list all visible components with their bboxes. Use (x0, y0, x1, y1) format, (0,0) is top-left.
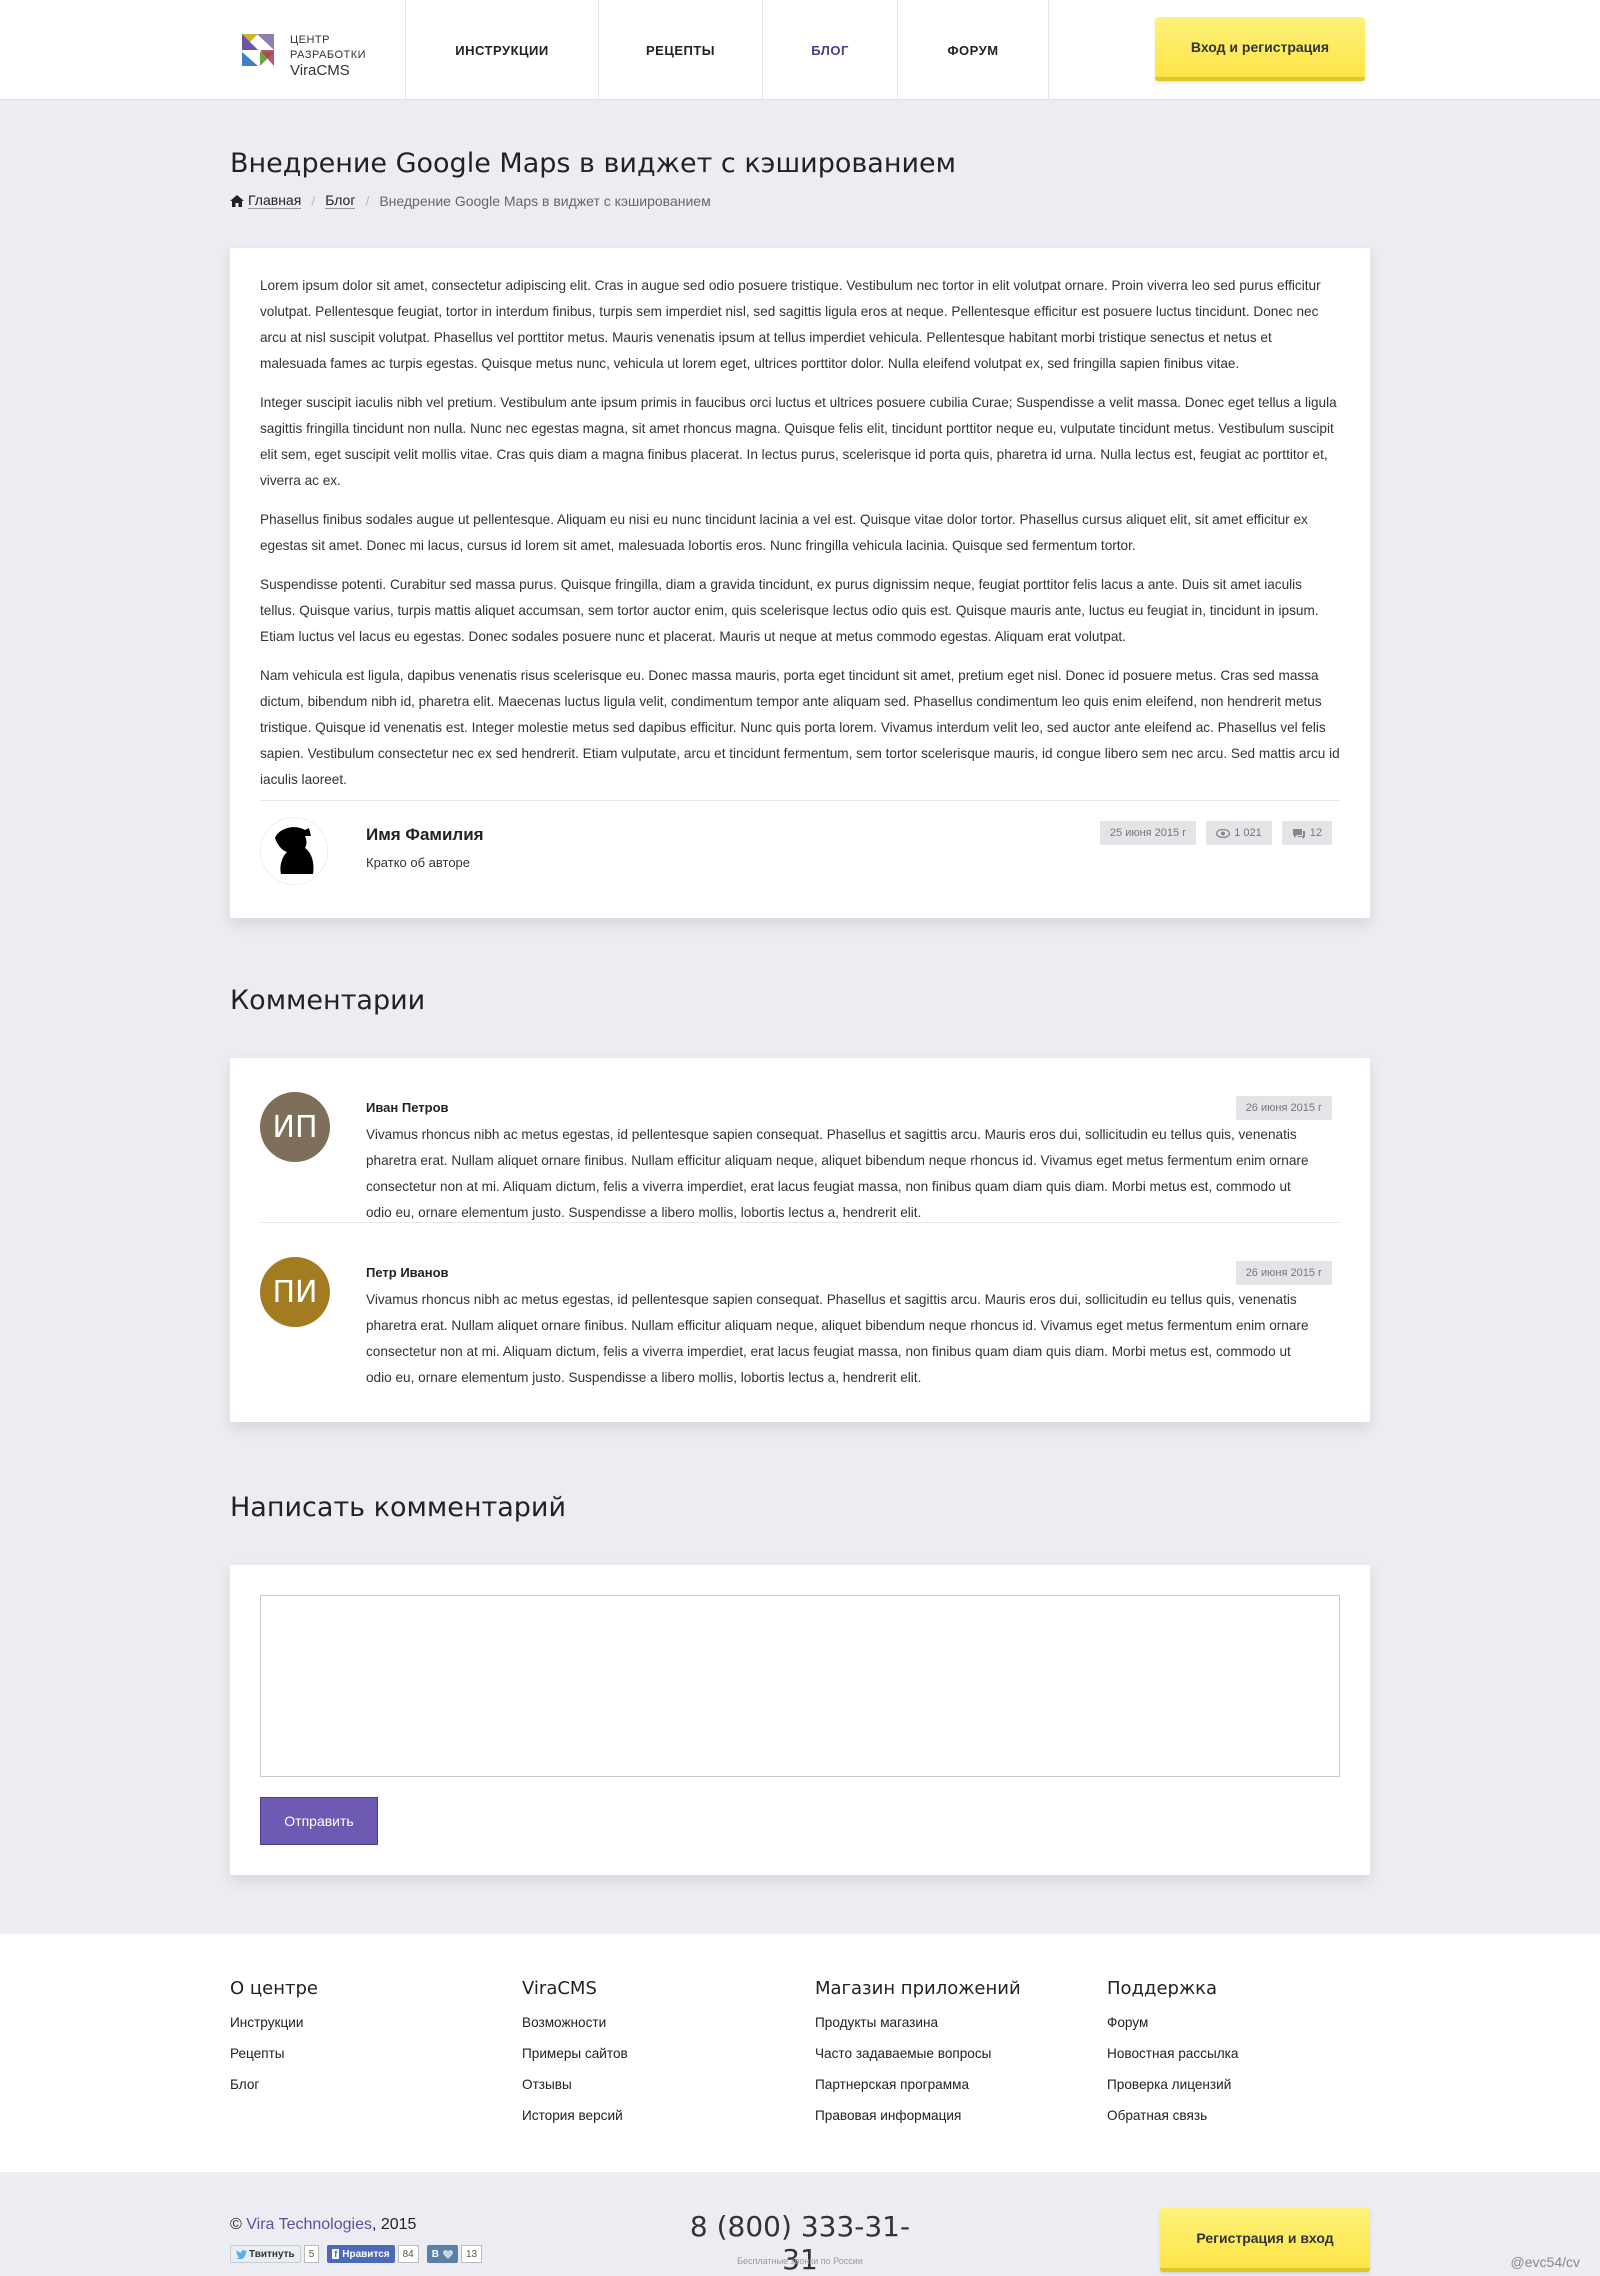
article-paragraph: Integer suscipit iaculis nibh vel pretiu… (260, 395, 1337, 488)
author-about: Кратко об авторе (366, 855, 471, 870)
footer-bottom: © Vira Technologies, 2015 Твитнуть 5 f Н… (0, 2172, 1600, 2276)
comment-author[interactable]: Петр Иванов (366, 1265, 449, 1280)
phone-note: Бесплатные звонки по России (737, 2256, 863, 2266)
comment-text: Vivamus rhoncus nibh ac metus egestas, i… (366, 1292, 1309, 1385)
footer-link[interactable]: Инструкции (230, 2015, 318, 2046)
submit-comment-button[interactable]: Отправить (260, 1797, 378, 1845)
footer-link[interactable]: Блог (230, 2077, 318, 2108)
twitter-icon (236, 2249, 247, 2259)
brand-link[interactable]: Vira Technologies (246, 2216, 372, 2233)
article-paragraph: Nam vehicula est ligula, dapibus venenat… (260, 668, 1340, 787)
phone-number[interactable]: 8 (800) 333-31-31 (680, 2210, 920, 2276)
footer-link[interactable]: Примеры сайтов (522, 2046, 628, 2077)
eye-icon (1216, 828, 1231, 838)
article-body: Lorem ipsum dolor sit amet, consectetur … (230, 248, 1370, 793)
footer-link[interactable]: Возможности (522, 2015, 628, 2046)
date-badge: 25 июня 2015 г (1099, 821, 1197, 845)
footer-link[interactable]: История версий (522, 2108, 628, 2139)
nav-instructions[interactable]: ИНСТРУКЦИИ (406, 0, 599, 100)
article-paragraph: Lorem ipsum dolor sit amet, consectetur … (260, 278, 1321, 371)
comments-badge[interactable]: 12 (1281, 821, 1332, 845)
breadcrumb-home[interactable]: Главная (248, 192, 302, 209)
comment-author[interactable]: Иван Петров (366, 1100, 449, 1115)
twitter-share-button[interactable]: Твитнуть 5 (230, 2244, 320, 2264)
footer-link[interactable]: Новостная рассылка (1107, 2046, 1238, 2077)
comment-item: ИП Иван Петров 26 июня 2015 г Vivamus rh… (260, 1058, 1340, 1222)
comment-item: ПИ Петр Иванов 26 июня 2015 г Vivamus rh… (260, 1222, 1340, 1386)
footer-column-support: Поддержка Форум Новостная рассылка Прове… (1107, 1978, 1238, 2139)
comment-date: 26 июня 2015 г (1235, 1261, 1332, 1285)
vk-icon: В (431, 2248, 439, 2260)
breadcrumb-current: Внедрение Google Maps в виджет с кэширов… (379, 192, 711, 209)
logo-mark-icon (242, 34, 274, 66)
comment-avatar: ИП (260, 1092, 330, 1162)
footer-column-store: Магазин приложений Продукты магазина Час… (815, 1978, 1021, 2139)
footer-column-title: Магазин приложений (815, 1978, 1021, 1999)
breadcrumb: Главная / Блог / Внедрение Google Maps в… (230, 192, 711, 209)
facebook-like-button[interactable]: f Нравится 84 (327, 2244, 419, 2264)
comment-text: Vivamus rhoncus nibh ac metus egestas, i… (366, 1127, 1309, 1220)
comments-icon (1292, 828, 1305, 839)
footer-link[interactable]: Рецепты (230, 2046, 318, 2077)
nav-forum[interactable]: ФОРУМ (898, 0, 1049, 100)
signature: @evc54/cv (1510, 2254, 1580, 2270)
comment-avatar: ПИ (260, 1257, 330, 1327)
logo[interactable]: ЦЕНТР РАЗРАБОТКИ ViraCMS (230, 0, 406, 100)
write-comment-title: Написать комментарий (230, 1492, 566, 1523)
author-row: Имя Фамилия Кратко об авторе 25 июня 201… (260, 800, 1340, 896)
heart-icon (443, 2249, 453, 2259)
comment-form-card: Отправить (230, 1565, 1370, 1875)
facebook-icon: f (332, 2249, 340, 2259)
footer-column-title: Поддержка (1107, 1978, 1218, 1999)
footer-column-title: О центре (230, 1978, 318, 1999)
logo-text: ЦЕНТР РАЗРАБОТКИ ViraCMS (290, 34, 367, 79)
footer-links: О центре Инструкции Рецепты Блог ViraCMS… (0, 1934, 1600, 2172)
register-login-button[interactable]: Регистрация и вход (1160, 2208, 1370, 2272)
breadcrumb-separator: / (311, 192, 316, 209)
comments-title: Комментарии (230, 985, 426, 1016)
nav-recipes[interactable]: РЕЦЕПТЫ (599, 0, 763, 100)
views-badge: 1 021 (1206, 821, 1272, 845)
site-header: ЦЕНТР РАЗРАБОТКИ ViraCMS ИНСТРУКЦИИ РЕЦЕ… (0, 0, 1600, 100)
comments-card: ИП Иван Петров 26 июня 2015 г Vivamus rh… (230, 1058, 1370, 1422)
footer-link[interactable]: Часто задаваемые вопросы (815, 2046, 1021, 2077)
author-avatar (260, 817, 328, 885)
copyright: © Vira Technologies, 2015 (230, 2216, 417, 2233)
footer-column-about: О центре Инструкции Рецепты Блог (230, 1978, 318, 2108)
footer-column-viracms: ViraCMS Возможности Примеры сайтов Отзыв… (522, 1978, 628, 2139)
footer-link[interactable]: Партнерская программа (815, 2077, 1021, 2108)
breadcrumb-blog[interactable]: Блог (325, 192, 356, 209)
article-card: Lorem ipsum dolor sit amet, consectetur … (230, 248, 1370, 918)
breadcrumb-separator: / (365, 192, 370, 209)
page-title: Внедрение Google Maps в виджет с кэширов… (230, 148, 956, 179)
article-paragraph: Suspendisse potenti. Curabitur sed massa… (260, 577, 1319, 644)
login-register-button[interactable]: Вход и регистрация (1155, 17, 1365, 81)
footer-column-title: ViraCMS (522, 1978, 597, 1999)
footer-link[interactable]: Правовая информация (815, 2108, 1021, 2139)
social-buttons: Твитнуть 5 f Нравится 84 В 13 (230, 2244, 483, 2264)
footer-link[interactable]: Проверка лицензий (1107, 2077, 1238, 2108)
vk-like-button[interactable]: В 13 (426, 2244, 483, 2264)
author-name[interactable]: Имя Фамилия (366, 825, 484, 845)
footer-link[interactable]: Форум (1107, 2015, 1238, 2046)
person-silhouette-icon (275, 827, 314, 874)
article-meta: 25 июня 2015 г 1 021 12 (1099, 821, 1332, 845)
article-paragraph: Phasellus finibus sodales augue ut pelle… (260, 512, 1308, 553)
footer-link[interactable]: Обратная связь (1107, 2108, 1238, 2139)
nav-blog[interactable]: БЛОГ (763, 0, 898, 100)
comment-date: 26 июня 2015 г (1235, 1096, 1332, 1120)
home-icon (230, 194, 244, 207)
footer-link[interactable]: Отзывы (522, 2077, 628, 2108)
footer-link[interactable]: Продукты магазина (815, 2015, 1021, 2046)
comment-textarea[interactable] (260, 1595, 1340, 1777)
